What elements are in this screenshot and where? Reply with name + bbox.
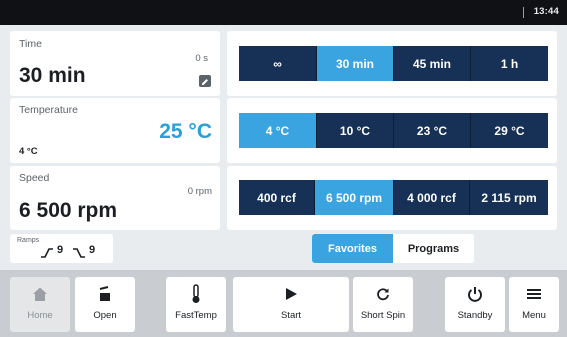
short-spin-button[interactable]: Short Spin [353, 277, 413, 332]
status-separator [523, 7, 524, 18]
speed-preset-400rcf[interactable]: 400 rcf [239, 180, 315, 215]
play-icon [284, 284, 298, 304]
speed-title: Speed [19, 172, 50, 184]
ramps-card[interactable]: Ramps 9 9 [10, 234, 113, 263]
clock: 13:44 [533, 6, 559, 17]
speed-value: 6 500 rpm [19, 199, 118, 222]
time-preset-45min[interactable]: 45 min [394, 46, 471, 81]
time-preset-30min[interactable]: 30 min [317, 46, 394, 81]
ramp-up-value: 9 [57, 244, 64, 256]
time-value: 30 min [19, 64, 86, 87]
open-button[interactable]: Open [75, 277, 135, 332]
power-icon [467, 284, 483, 304]
ramp-down-value: 9 [89, 244, 96, 256]
ramps-label: Ramps [17, 237, 40, 244]
home-label: Home [27, 310, 53, 321]
ramp-down-icon [72, 245, 86, 263]
time-presets: ∞ 30 min 45 min 1 h [239, 46, 548, 81]
standby-button[interactable]: Standby [445, 277, 505, 332]
speed-preset-2115rpm[interactable]: 2 115 rpm [470, 180, 548, 215]
temperature-setpoint: 25 °C [159, 120, 212, 143]
menu-button[interactable]: Menu [509, 277, 559, 332]
preset-tab-toggle: Favorites Programs [312, 234, 474, 263]
temperature-current: 4 °C [19, 146, 38, 157]
menu-label: Menu [522, 310, 546, 321]
temperature-presets: 4 °C 10 °C 23 °C 29 °C [239, 113, 548, 148]
edit-icon[interactable] [199, 75, 211, 87]
speed-card[interactable]: Speed 0 rpm 6 500 rpm [10, 166, 220, 230]
temperature-preset-23c[interactable]: 23 °C [394, 113, 471, 148]
speed-current: 0 rpm [187, 186, 212, 197]
fasttemp-button[interactable]: FastTemp [166, 277, 226, 332]
time-card[interactable]: Time 0 s 30 min [10, 31, 220, 96]
thermometer-icon [190, 284, 202, 304]
standby-label: Standby [457, 310, 493, 321]
time-title: Time [19, 38, 42, 50]
start-label: Start [280, 310, 302, 321]
time-remaining: 0 s [195, 53, 208, 64]
tab-favorites[interactable]: Favorites [312, 234, 393, 263]
speed-presets: 400 rcf 6 500 rpm 4 000 rcf 2 115 rpm [239, 180, 548, 215]
home-button[interactable]: Home [10, 277, 70, 332]
temperature-preset-4c[interactable]: 4 °C [239, 113, 317, 148]
lid-open-icon [97, 284, 113, 304]
open-label: Open [93, 310, 117, 321]
speed-preset-6500rpm[interactable]: 6 500 rpm [315, 180, 394, 215]
speed-preset-4000rcf[interactable]: 4 000 rcf [394, 180, 470, 215]
temperature-preset-29c[interactable]: 29 °C [471, 113, 548, 148]
short-spin-label: Short Spin [360, 310, 406, 321]
time-preset-infinite[interactable]: ∞ [239, 46, 317, 81]
fasttemp-label: FastTemp [175, 310, 217, 321]
temperature-card[interactable]: Temperature 25 °C 4 °C [10, 98, 220, 163]
short-spin-icon [376, 284, 390, 304]
time-preset-1h[interactable]: 1 h [471, 46, 548, 81]
home-icon [32, 284, 48, 304]
status-bar: 13:44 [0, 0, 567, 25]
start-button[interactable]: Start [233, 277, 349, 332]
temperature-title: Temperature [19, 104, 78, 116]
menu-icon [527, 284, 541, 304]
temperature-preset-10c[interactable]: 10 °C [317, 113, 394, 148]
ramp-up-icon [40, 245, 54, 263]
tab-programs[interactable]: Programs [393, 234, 474, 263]
